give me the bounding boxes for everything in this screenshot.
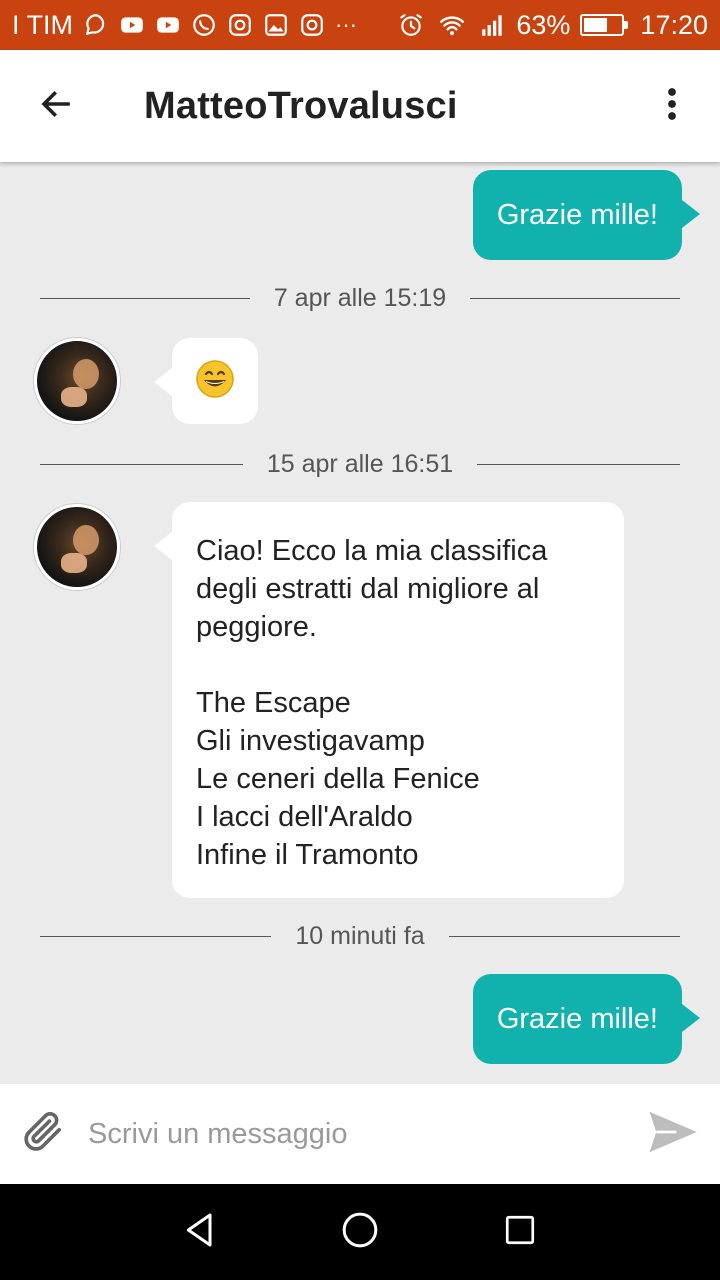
- whatsapp-icon: [191, 12, 217, 38]
- arrow-left-icon: [38, 86, 74, 127]
- nav-recents-button[interactable]: [480, 1192, 560, 1272]
- attach-button[interactable]: [0, 1084, 88, 1184]
- message-text: Grazie mille!: [496, 1002, 658, 1035]
- message-composer: [0, 1084, 720, 1184]
- incoming-message[interactable]: Ciao! Ecco la mia classifica degli estra…: [154, 502, 624, 898]
- instagram-icon: [227, 12, 253, 38]
- date-divider-label: 15 apr alle 16:51: [266, 449, 454, 478]
- circle-home-icon: [340, 1210, 380, 1255]
- date-divider: 15 apr alle 16:51: [40, 444, 681, 484]
- date-divider-label: 10 minuti fa: [295, 921, 425, 950]
- message-input[interactable]: [88, 1104, 624, 1164]
- date-divider-label: 7 apr alle 15:19: [273, 283, 447, 312]
- more-notifications-ellipsis: ···: [335, 12, 357, 37]
- clock: 17:20: [640, 9, 708, 40]
- instagram-icon-2: [299, 12, 325, 38]
- avatar[interactable]: [34, 504, 120, 590]
- battery-percentage: 63%: [516, 9, 571, 40]
- outgoing-message[interactable]: Grazie mille!: [472, 974, 701, 1064]
- send-icon: [645, 1105, 699, 1164]
- more-vert-icon: [666, 86, 678, 127]
- overflow-menu-button[interactable]: [624, 50, 720, 162]
- nav-back-button[interactable]: [160, 1192, 240, 1272]
- back-button[interactable]: [0, 50, 112, 162]
- messenger-icon: [83, 12, 109, 38]
- signal-icon: [480, 12, 506, 38]
- message-text: Ciao! Ecco la mia classifica degli estra…: [196, 535, 548, 871]
- outgoing-message[interactable]: Grazie mille!: [472, 170, 701, 260]
- conversation-title: MatteoTrovalusci: [144, 84, 458, 127]
- paperclip-icon: [18, 1106, 70, 1163]
- chat-messages[interactable]: Grazie mille! 7 apr alle 15:19 15 apr al…: [0, 162, 720, 1084]
- incoming-message[interactable]: [154, 338, 258, 424]
- date-divider: 10 minuti fa: [40, 916, 680, 956]
- grinning-face-icon: [195, 359, 235, 404]
- square-recents-icon: [502, 1212, 538, 1253]
- message-text: Grazie mille!: [496, 198, 658, 231]
- battery-icon: [580, 14, 629, 36]
- alarm-icon: [398, 12, 424, 38]
- youtube-icon-2: [155, 12, 181, 38]
- nav-home-button[interactable]: [320, 1192, 400, 1272]
- status-bar: I TIM ··· 63% 17:20: [0, 0, 720, 50]
- carrier-label: I TIM: [12, 9, 74, 40]
- youtube-icon: [119, 12, 145, 38]
- avatar[interactable]: [34, 338, 120, 424]
- triangle-back-icon: [180, 1210, 220, 1255]
- system-navigation-bar: [0, 1184, 720, 1280]
- date-divider: 7 apr alle 15:19: [40, 278, 681, 318]
- app-header: MatteoTrovalusci: [0, 50, 720, 162]
- wifi-icon: [434, 12, 470, 38]
- gallery-icon: [263, 12, 289, 38]
- send-button[interactable]: [624, 1084, 720, 1184]
